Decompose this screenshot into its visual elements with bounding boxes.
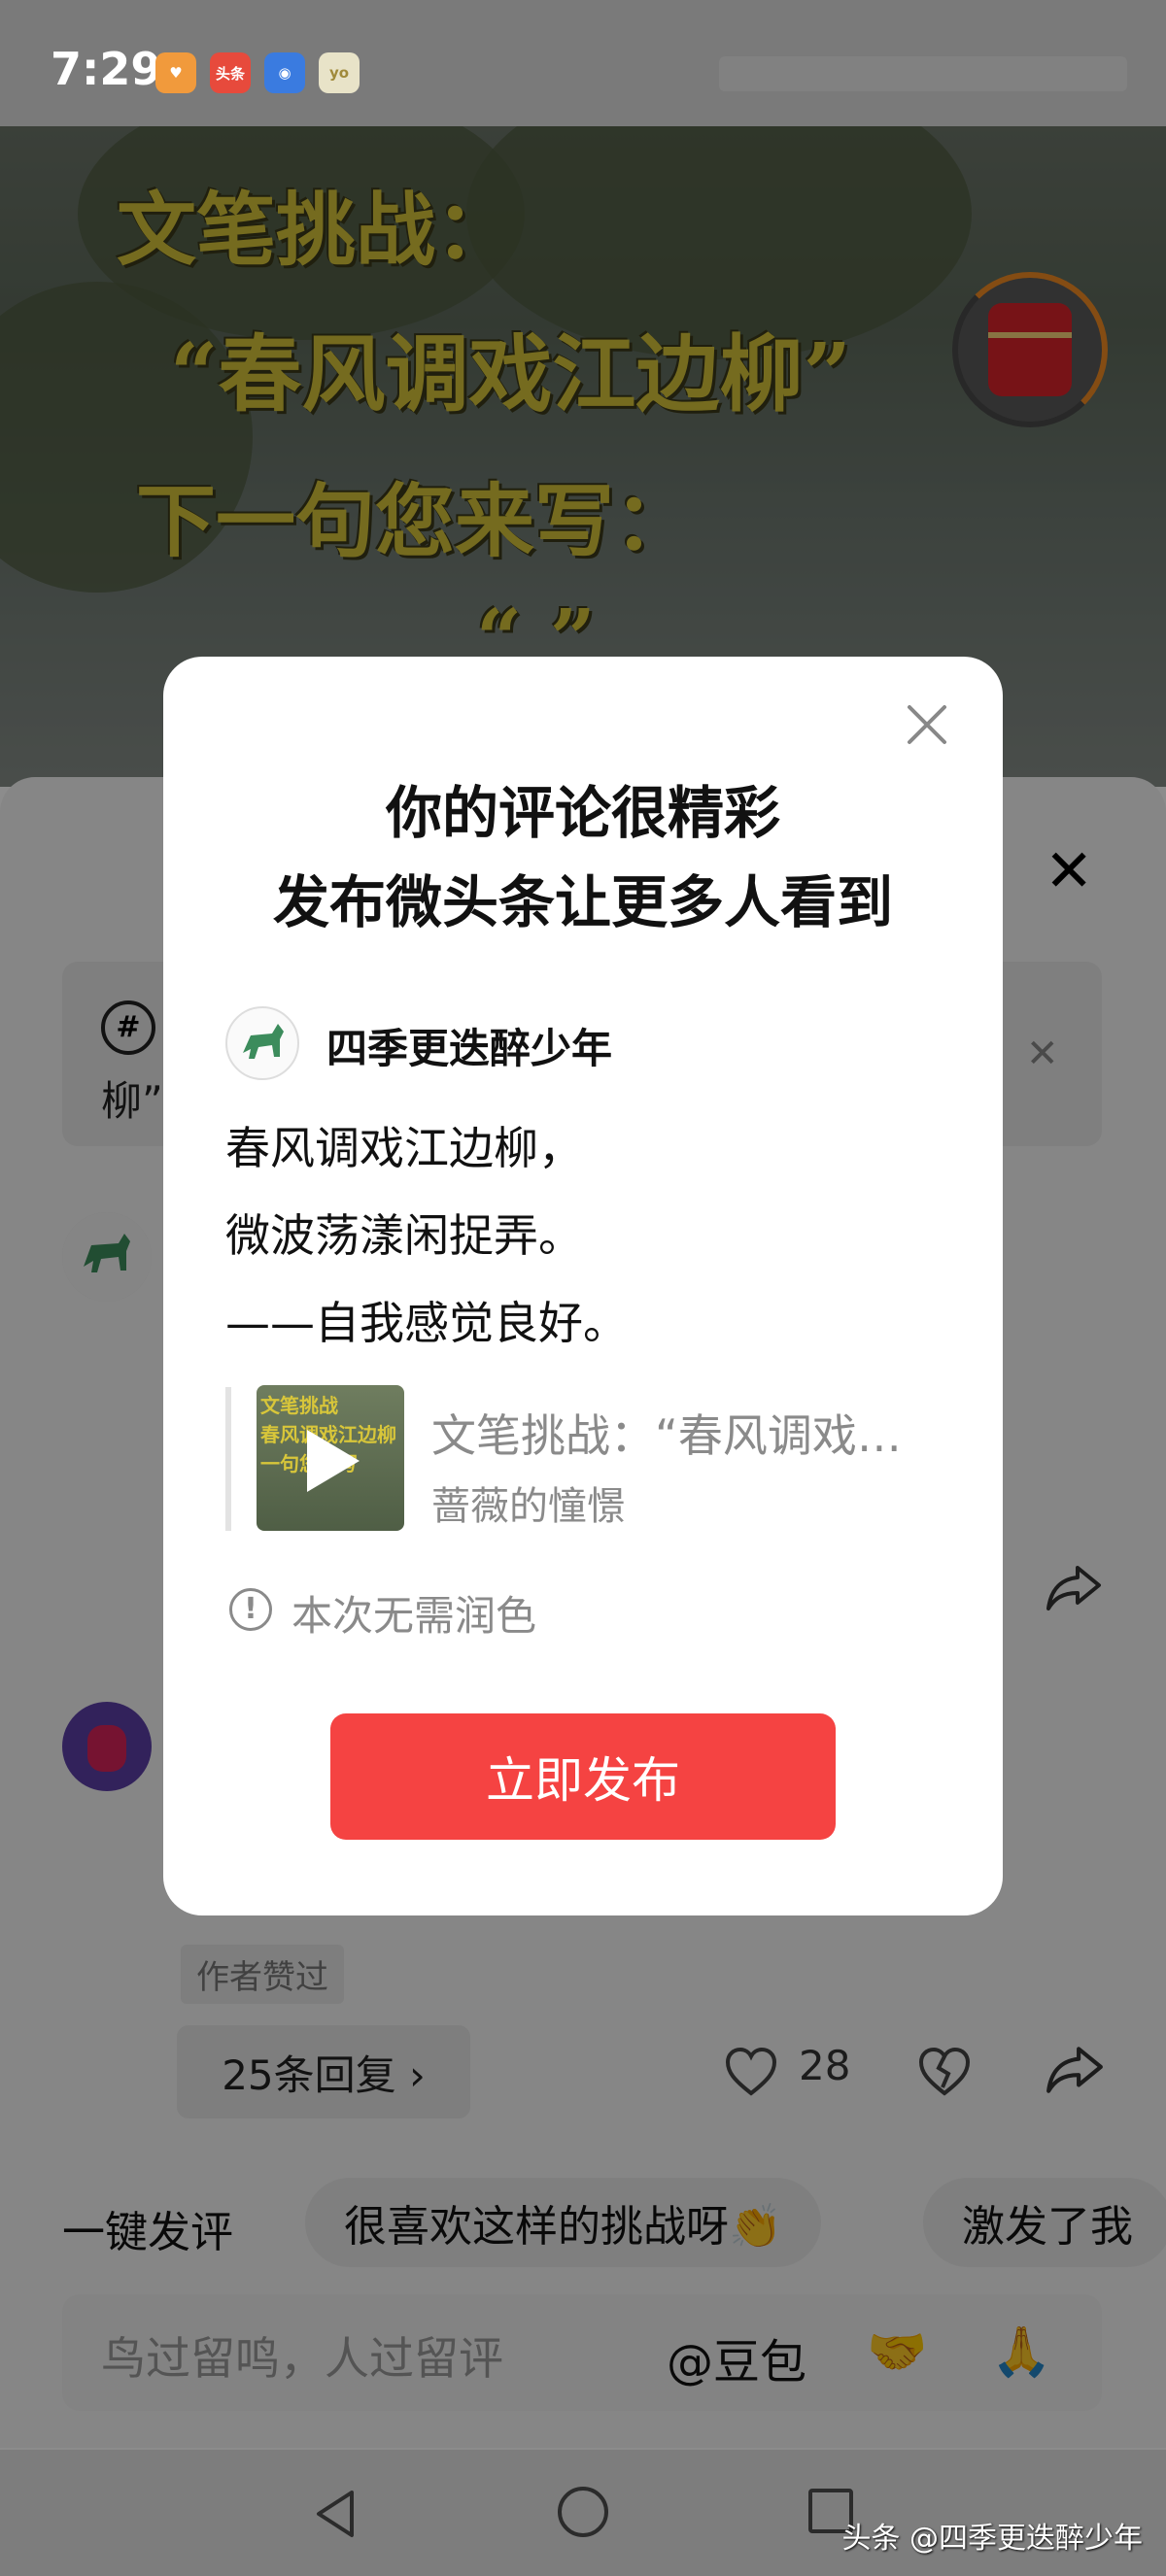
dialog-subtitle: 发布微头条让更多人看到 [272, 869, 893, 935]
status-bar: 7:29 ♥ 头条 ◉ yo [0, 0, 1166, 126]
yoyo-app-icon: yo [319, 52, 360, 93]
quoted-video-author: 蔷薇的憧憬 [431, 1484, 626, 1529]
video-thumbnail[interactable]: 文笔挑战 春风调戏江边柳 一句您来写 [257, 1385, 404, 1531]
play-icon [307, 1430, 360, 1492]
watermark: 头条 @四季更迭醉少年 [841, 2522, 1143, 2556]
dialog-title: 你的评论很精彩 [385, 780, 780, 846]
post-text-line: 微波荡漾闲捉弄。 [225, 1209, 583, 1262]
info-icon: ! [229, 1588, 272, 1631]
username: 四季更迭醉少年 [326, 1025, 613, 1072]
quoted-video-title[interactable]: 文笔挑战：“春风调戏… [431, 1401, 902, 1465]
post-text-line: ——自我感觉良好。 [225, 1297, 628, 1349]
toutiao-app-icon: 头条 [210, 52, 251, 93]
back-icon[interactable] [311, 2487, 360, 2541]
polish-notice: 本次无需润色 [292, 1592, 537, 1640]
avatar [225, 1006, 299, 1080]
close-icon[interactable] [902, 699, 952, 750]
post-text-line: 春风调戏江边柳， [225, 1122, 583, 1174]
quote-divider [225, 1387, 231, 1531]
publish-button[interactable]: 立即发布 [330, 1713, 836, 1840]
blue-app-icon: ◉ [264, 52, 305, 93]
status-indicators [719, 56, 1127, 91]
heart-app-icon: ♥ [155, 52, 196, 93]
status-time: 7:29 [51, 43, 162, 95]
home-icon[interactable] [558, 2487, 608, 2537]
